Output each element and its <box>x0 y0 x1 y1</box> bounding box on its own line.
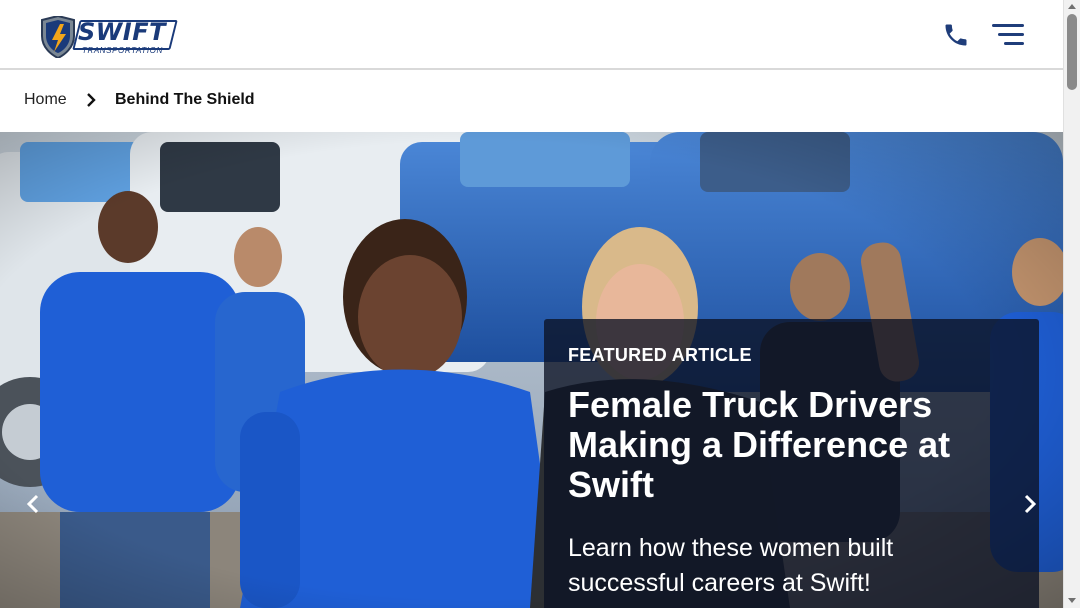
chevron-right-icon <box>1024 494 1037 514</box>
hero-carousel: FEATURED ARTICLE Female Truck Drivers Ma… <box>0 132 1063 608</box>
scrollbar-thumb[interactable] <box>1067 14 1077 90</box>
menu-button[interactable] <box>990 22 1024 46</box>
featured-article-card[interactable]: FEATURED ARTICLE Female Truck Drivers Ma… <box>544 319 1039 608</box>
site-header: SWIFT TRANSPORTATION <box>0 0 1063 70</box>
phone-icon <box>945 24 967 46</box>
scroll-down-arrow-icon[interactable] <box>1068 598 1076 603</box>
carousel-prev-button[interactable] <box>22 492 46 516</box>
breadcrumb-current: Behind The Shield <box>115 91 255 108</box>
page-scrollbar[interactable] <box>1063 0 1080 608</box>
featured-description: Learn how these women built successful c… <box>568 534 894 597</box>
hamburger-menu-icon <box>992 24 1024 27</box>
featured-title[interactable]: Female Truck Drivers Making a Difference… <box>568 385 1008 505</box>
scroll-up-arrow-icon[interactable] <box>1068 4 1076 9</box>
chevron-right-icon <box>87 93 96 107</box>
breadcrumb-home-link[interactable]: Home <box>24 91 67 109</box>
carousel-next-button[interactable] <box>1017 492 1041 516</box>
shield-logo-icon <box>41 16 75 58</box>
swift-logo[interactable]: SWIFT TRANSPORTATION <box>40 16 178 58</box>
menu-line <box>998 33 1024 36</box>
logo-wordmark: SWIFT <box>78 18 166 46</box>
chevron-left-icon <box>26 494 39 514</box>
featured-label: FEATURED ARTICLE <box>568 345 752 365</box>
menu-line <box>1004 42 1024 45</box>
phone-button[interactable] <box>942 21 970 49</box>
breadcrumb: Home Behind The Shield <box>0 70 1063 132</box>
logo-subtext: TRANSPORTATION <box>82 46 163 55</box>
